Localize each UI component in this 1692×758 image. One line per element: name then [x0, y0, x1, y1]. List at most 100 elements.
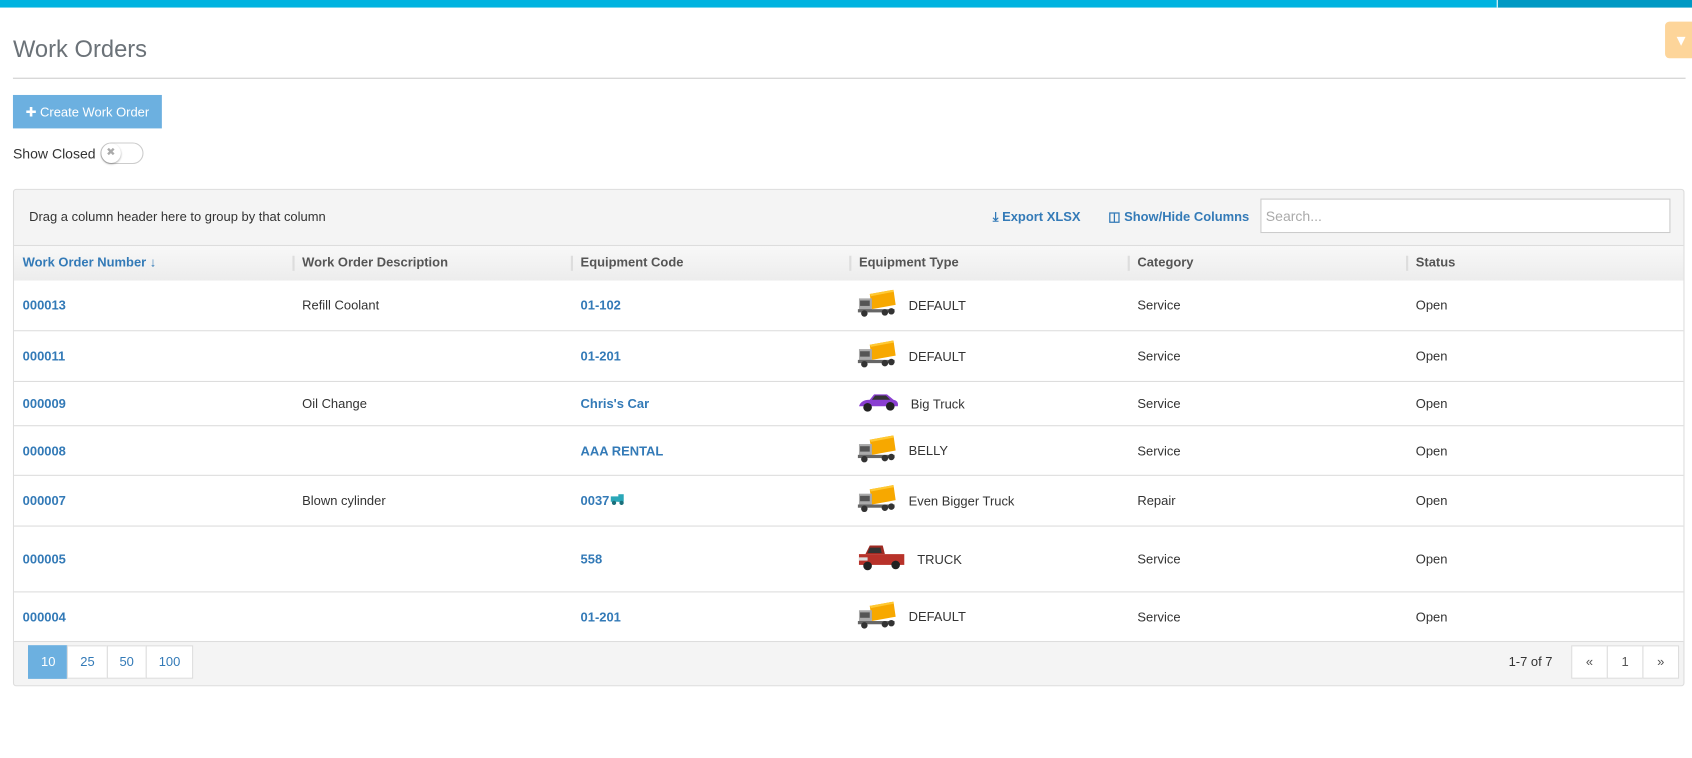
equipment-type-text: TRUCK	[917, 551, 962, 567]
equipment-type-text: BELLY	[908, 442, 948, 459]
equipment-code-link[interactable]: 01-102	[581, 298, 621, 313]
category-text: Service	[1137, 442, 1181, 459]
box-truck-icon	[857, 340, 898, 371]
equipment-type: TRUCK	[857, 541, 962, 577]
column-resizer[interactable]	[570, 255, 574, 271]
equipment-code-link-text: 558	[580, 551, 603, 567]
export-xlsx-button[interactable]: ⤓ Export XLSX	[993, 209, 1081, 225]
show-closed: Show Closed ✖	[12, 142, 144, 165]
equipment-code-link-text: Chris's Car	[580, 396, 650, 412]
work-order-number-link-text: 000005	[22, 551, 66, 567]
equipment-code-link[interactable]: 0037	[581, 493, 626, 508]
status-text: Open	[1415, 551, 1448, 567]
box-truck-icon	[857, 601, 898, 632]
work-order-number-link-text: 000004	[22, 609, 66, 625]
equipment-code-link[interactable]: AAA RENTAL	[581, 443, 664, 458]
filter-button[interactable]: ▼	[1665, 21, 1692, 59]
group-bar: Drag a column header here to group by th…	[14, 190, 1683, 246]
equipment-code-link-text: 01-201	[580, 609, 621, 625]
status: Open	[1416, 609, 1448, 624]
search-input[interactable]	[1260, 198, 1671, 234]
column-header[interactable]: Status	[1416, 255, 1456, 270]
status-text: Open	[1415, 348, 1448, 364]
table-row[interactable]: 000011 01-201 DEFAULT Service Open	[14, 331, 1684, 383]
column-resizer[interactable]	[1127, 255, 1130, 271]
work-order-number-link[interactable]: 000005	[23, 551, 66, 566]
column-header[interactable]: Work Order Number ↓	[23, 255, 157, 270]
box-truck-icon	[857, 289, 898, 321]
column-header-label: Equipment Code	[580, 254, 684, 270]
pager: 10 25 50 100 1-7 of 7 « 1 »	[14, 635, 1683, 687]
work-order-number-link[interactable]: 000008	[23, 443, 66, 458]
plus-icon: ✚	[25, 104, 41, 120]
show-closed-label: Show Closed	[12, 145, 96, 162]
equipment-code-link[interactable]: Chris's Car	[581, 396, 650, 411]
group-hint[interactable]: Drag a column header here to group by th…	[29, 209, 326, 224]
red-pickup-icon	[857, 541, 907, 577]
sort-desc-icon: ↓	[146, 254, 157, 270]
category-text: Repair	[1137, 493, 1176, 509]
column-header-label: Category	[1137, 254, 1194, 270]
show-closed-toggle[interactable]: ✖	[99, 142, 144, 165]
equipment-code-link-text: AAA RENTAL	[580, 442, 664, 459]
page-size-100-button[interactable]: 100	[145, 645, 194, 679]
work-order-number-link-text: 000013	[22, 297, 66, 313]
equipment-code-link[interactable]: 558	[581, 551, 603, 566]
category: Service	[1137, 298, 1180, 313]
equipment-code-link-text: 0037	[580, 493, 610, 509]
page-1-button[interactable]: 1	[1606, 645, 1644, 679]
equipment-type-text: DEFAULT	[908, 297, 966, 313]
category-text: Service	[1137, 297, 1181, 313]
equipment-type: Even Bigger Truck	[857, 485, 1015, 516]
equipment-type: DEFAULT	[857, 340, 966, 371]
column-resizer[interactable]	[1406, 255, 1409, 271]
box-truck-icon	[857, 434, 898, 466]
table-row[interactable]: 000005 558 TRUCK Service Open	[14, 527, 1684, 593]
work-order-number-link[interactable]: 000011	[23, 349, 66, 364]
table-row[interactable]: 000007 Blown cylinder 0037 Even Bigger Truc…	[14, 476, 1684, 527]
equipment-type-text: Big Truck	[910, 396, 965, 412]
status-text: Open	[1415, 396, 1448, 412]
equipment-type: DEFAULT	[857, 601, 966, 632]
table-row[interactable]: 000013 Refill Coolant 01-102 DEFAULT Service…	[14, 281, 1684, 332]
show-hide-columns-button[interactable]: ◫ Show/Hide Columns	[1108, 209, 1249, 224]
category-text: Service	[1137, 348, 1181, 364]
column-header[interactable]: Category	[1137, 255, 1193, 270]
category: Service	[1137, 609, 1180, 624]
status: Open	[1416, 551, 1448, 566]
equipment-type-text: Even Bigger Truck	[908, 493, 1015, 509]
work-order-number-link[interactable]: 000009	[23, 396, 66, 411]
divider	[12, 77, 1686, 79]
table-row[interactable]: 000008 AAA RENTAL BELLY Service Open	[14, 426, 1684, 476]
equipment-code-link[interactable]: 01-201	[581, 609, 621, 624]
column-header[interactable]: Equipment Type	[859, 255, 959, 270]
column-resizer[interactable]	[849, 255, 852, 271]
create-work-order-button[interactable]: ✚ Create Work Order	[12, 94, 162, 129]
column-resizer[interactable]	[292, 255, 295, 271]
column-header[interactable]: Work Order Description	[302, 255, 448, 270]
work-order-description: Oil Change	[302, 396, 367, 411]
category-text: Service	[1137, 609, 1181, 625]
status-text: Open	[1415, 442, 1448, 459]
equipment-type-text: DEFAULT	[908, 348, 966, 364]
column-header-label: Work Order Number	[22, 254, 147, 270]
page-size-50-button[interactable]: 50	[106, 645, 147, 679]
page-size-10-button[interactable]: 10	[28, 645, 69, 679]
work-order-number-link[interactable]: 000013	[23, 298, 66, 313]
work-order-number-link[interactable]: 000004	[23, 609, 66, 624]
equipment-code-link-text: 01-102	[580, 297, 621, 313]
box-truck-icon	[857, 485, 898, 516]
prev-page-button[interactable]: «	[1571, 645, 1608, 679]
category: Repair	[1137, 493, 1175, 508]
table-row[interactable]: 000009 Oil Change Chris's Car Big Truck Serv…	[14, 382, 1684, 427]
status-text: Open	[1415, 609, 1448, 625]
pager-summary: 1-7 of 7	[1508, 653, 1553, 670]
equipment-type: DEFAULT	[857, 289, 966, 321]
status: Open	[1416, 298, 1448, 313]
work-order-number-link[interactable]: 000007	[23, 493, 66, 508]
equipment-code-link[interactable]: 01-201	[581, 349, 621, 364]
equipment-type: Big Truck	[857, 389, 965, 418]
page-size-25-button[interactable]: 25	[67, 645, 108, 679]
next-page-button[interactable]: »	[1642, 645, 1680, 679]
column-header[interactable]: Equipment Code	[581, 255, 684, 270]
